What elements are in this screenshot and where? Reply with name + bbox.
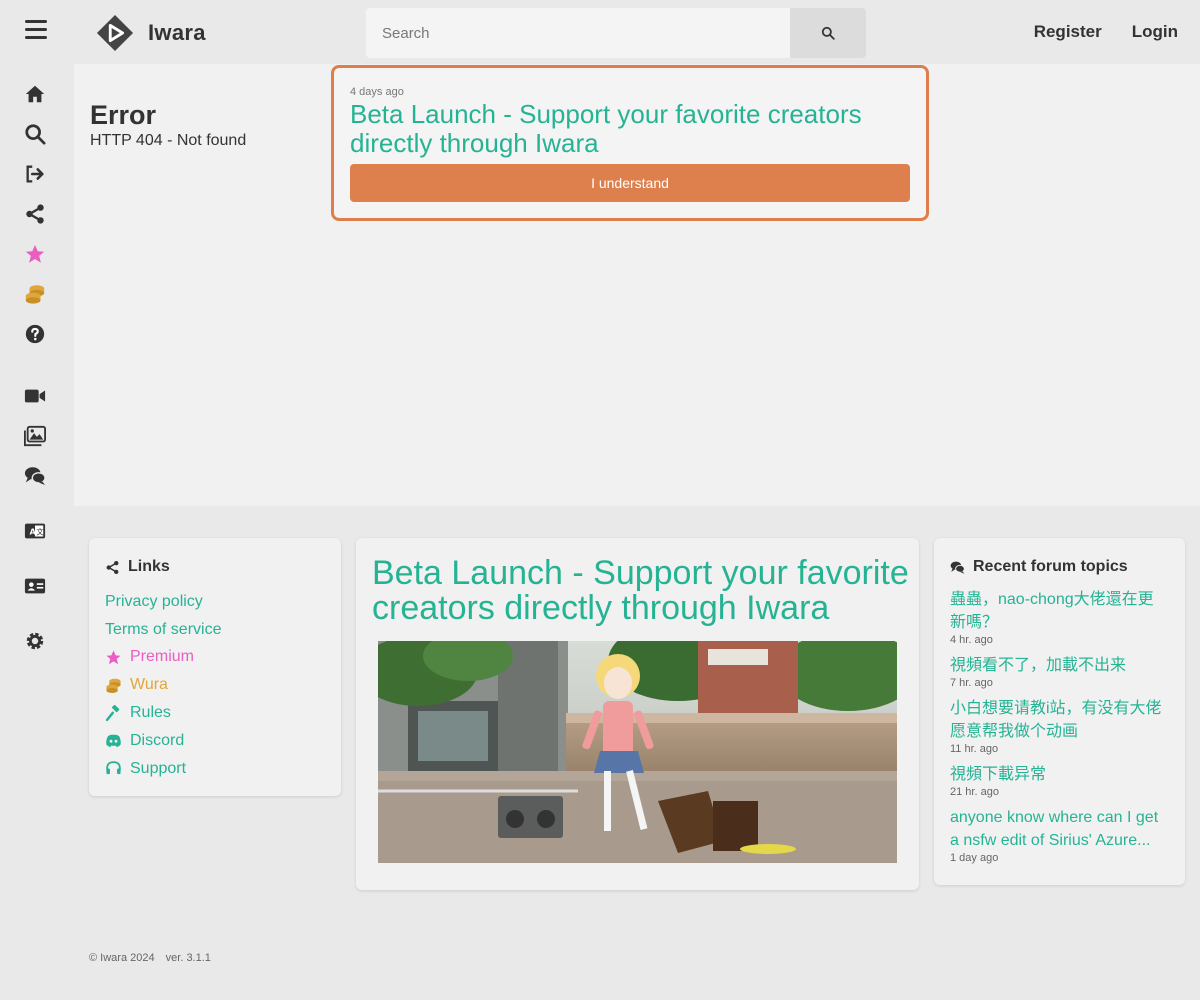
links-heading: Links xyxy=(105,558,325,576)
forum-topic: 蟲蟲，nao-chong大佬還在更新嗎？ 4 hr. ago xyxy=(950,588,1169,646)
logo[interactable]: Iwara xyxy=(96,14,206,52)
footer: © Iwara 2024 ver. 3.1.1 xyxy=(89,952,219,964)
forum-topic: anyone know where can I get a nsfw edit … xyxy=(950,806,1169,864)
forum-topic: 小白想要请教i站，有没有大佬愿意帮我做个动画 11 hr. ago xyxy=(950,697,1169,755)
forum-topics-card: Recent forum topics 蟲蟲，nao-chong大佬還在更新嗎？… xyxy=(934,538,1185,885)
beta-launch-card: Beta Launch - Support your favorite crea… xyxy=(356,538,919,890)
understand-button[interactable]: I understand xyxy=(350,164,910,202)
language-icon[interactable]: A文 xyxy=(23,519,47,543)
header: Iwara Register Login xyxy=(0,0,1200,64)
link-rules: Rules xyxy=(105,699,325,727)
forum-heading: Recent forum topics xyxy=(950,558,1169,576)
menu-icon[interactable] xyxy=(22,20,50,44)
beta-launch-title[interactable]: Beta Launch - Support your favorite crea… xyxy=(372,556,912,626)
search-icon xyxy=(821,26,835,40)
gear-icon[interactable] xyxy=(23,629,47,653)
forum-topic: 視頻下載异常 21 hr. ago xyxy=(950,763,1169,798)
wura-link[interactable]: Wura xyxy=(130,676,168,694)
question-icon[interactable] xyxy=(23,322,47,346)
search-bar xyxy=(366,8,866,58)
comments-icon xyxy=(950,561,965,574)
support-link[interactable]: Support xyxy=(130,760,186,778)
forum-topic: 視頻看不了，加載不出来 7 hr. ago xyxy=(950,654,1169,689)
search-icon[interactable] xyxy=(23,122,47,146)
headset-icon xyxy=(106,761,121,775)
home-icon[interactable] xyxy=(23,82,47,106)
search-input[interactable] xyxy=(366,8,790,58)
links-card: Links Privacy policy Terms of service Pr… xyxy=(89,538,341,796)
coins-icon[interactable] xyxy=(23,282,47,306)
images-icon[interactable] xyxy=(23,424,47,448)
gavel-icon xyxy=(105,704,120,721)
svg-text:文: 文 xyxy=(36,528,44,537)
forum-topic-time: 4 hr. ago xyxy=(950,634,993,646)
footer-version: ver. 3.1.1 xyxy=(165,952,211,964)
link-discord: Discord xyxy=(105,727,325,755)
search-button[interactable] xyxy=(790,8,866,58)
discord-link[interactable]: Discord xyxy=(130,732,184,750)
iwara-logo-icon xyxy=(96,14,134,52)
forum-topic-time: 7 hr. ago xyxy=(950,677,993,689)
forum-topic-time: 21 hr. ago xyxy=(950,786,999,798)
forum-topic-link[interactable]: 視頻下載异常 xyxy=(950,763,1169,786)
banner-title[interactable]: Beta Launch - Support your favorite crea… xyxy=(350,100,910,158)
forum-topic-link[interactable]: 視頻看不了，加載不出来 xyxy=(950,654,1169,677)
register-link[interactable]: Register xyxy=(1034,22,1102,42)
logo-text: Iwara xyxy=(148,20,206,45)
video-icon[interactable] xyxy=(23,384,47,408)
login-link[interactable]: Login xyxy=(1132,22,1178,42)
share-icon[interactable] xyxy=(23,202,47,226)
discord-icon xyxy=(106,735,121,748)
link-support: Support xyxy=(105,755,325,783)
auth-links: Register Login xyxy=(1034,22,1178,42)
announcement-banner: 4 days ago Beta Launch - Support your fa… xyxy=(331,65,929,221)
link-terms: Terms of service xyxy=(105,616,325,644)
forum-heading-label: Recent forum topics xyxy=(973,558,1128,575)
footer-copyright: © Iwara 2024 xyxy=(89,952,155,964)
premium-link[interactable]: Premium xyxy=(130,648,194,666)
beta-launch-image[interactable] xyxy=(378,641,897,863)
links-heading-label: Links xyxy=(128,558,170,575)
comments-icon[interactable] xyxy=(23,464,47,488)
terms-of-service-link[interactable]: Terms of service xyxy=(105,621,221,639)
forum-topic-time: 11 hr. ago xyxy=(950,743,999,755)
link-premium: Premium xyxy=(105,644,325,672)
id-card-icon[interactable] xyxy=(23,574,47,598)
link-privacy: Privacy policy xyxy=(105,588,325,616)
share-icon xyxy=(106,560,119,574)
forum-topic-link[interactable]: 小白想要请教i站，有没有大佬愿意帮我做个动画 xyxy=(950,697,1169,743)
star-icon[interactable] xyxy=(23,242,47,266)
banner-time: 4 days ago xyxy=(350,86,404,98)
link-wura: Wura xyxy=(105,671,325,699)
privacy-policy-link[interactable]: Privacy policy xyxy=(105,593,203,611)
coins-icon xyxy=(106,678,121,693)
star-icon xyxy=(106,650,121,665)
error-title: Error xyxy=(90,100,157,130)
rules-link[interactable]: Rules xyxy=(130,704,171,722)
sidebar: A文 xyxy=(0,64,72,1000)
forum-topic-link[interactable]: anyone know where can I get a nsfw edit … xyxy=(950,806,1169,852)
error-message: HTTP 404 - Not found xyxy=(90,132,247,149)
forum-topic-time: 1 day ago xyxy=(950,852,999,864)
forum-topic-link[interactable]: 蟲蟲，nao-chong大佬還在更新嗎？ xyxy=(950,588,1169,634)
sign-in-icon[interactable] xyxy=(23,162,47,186)
